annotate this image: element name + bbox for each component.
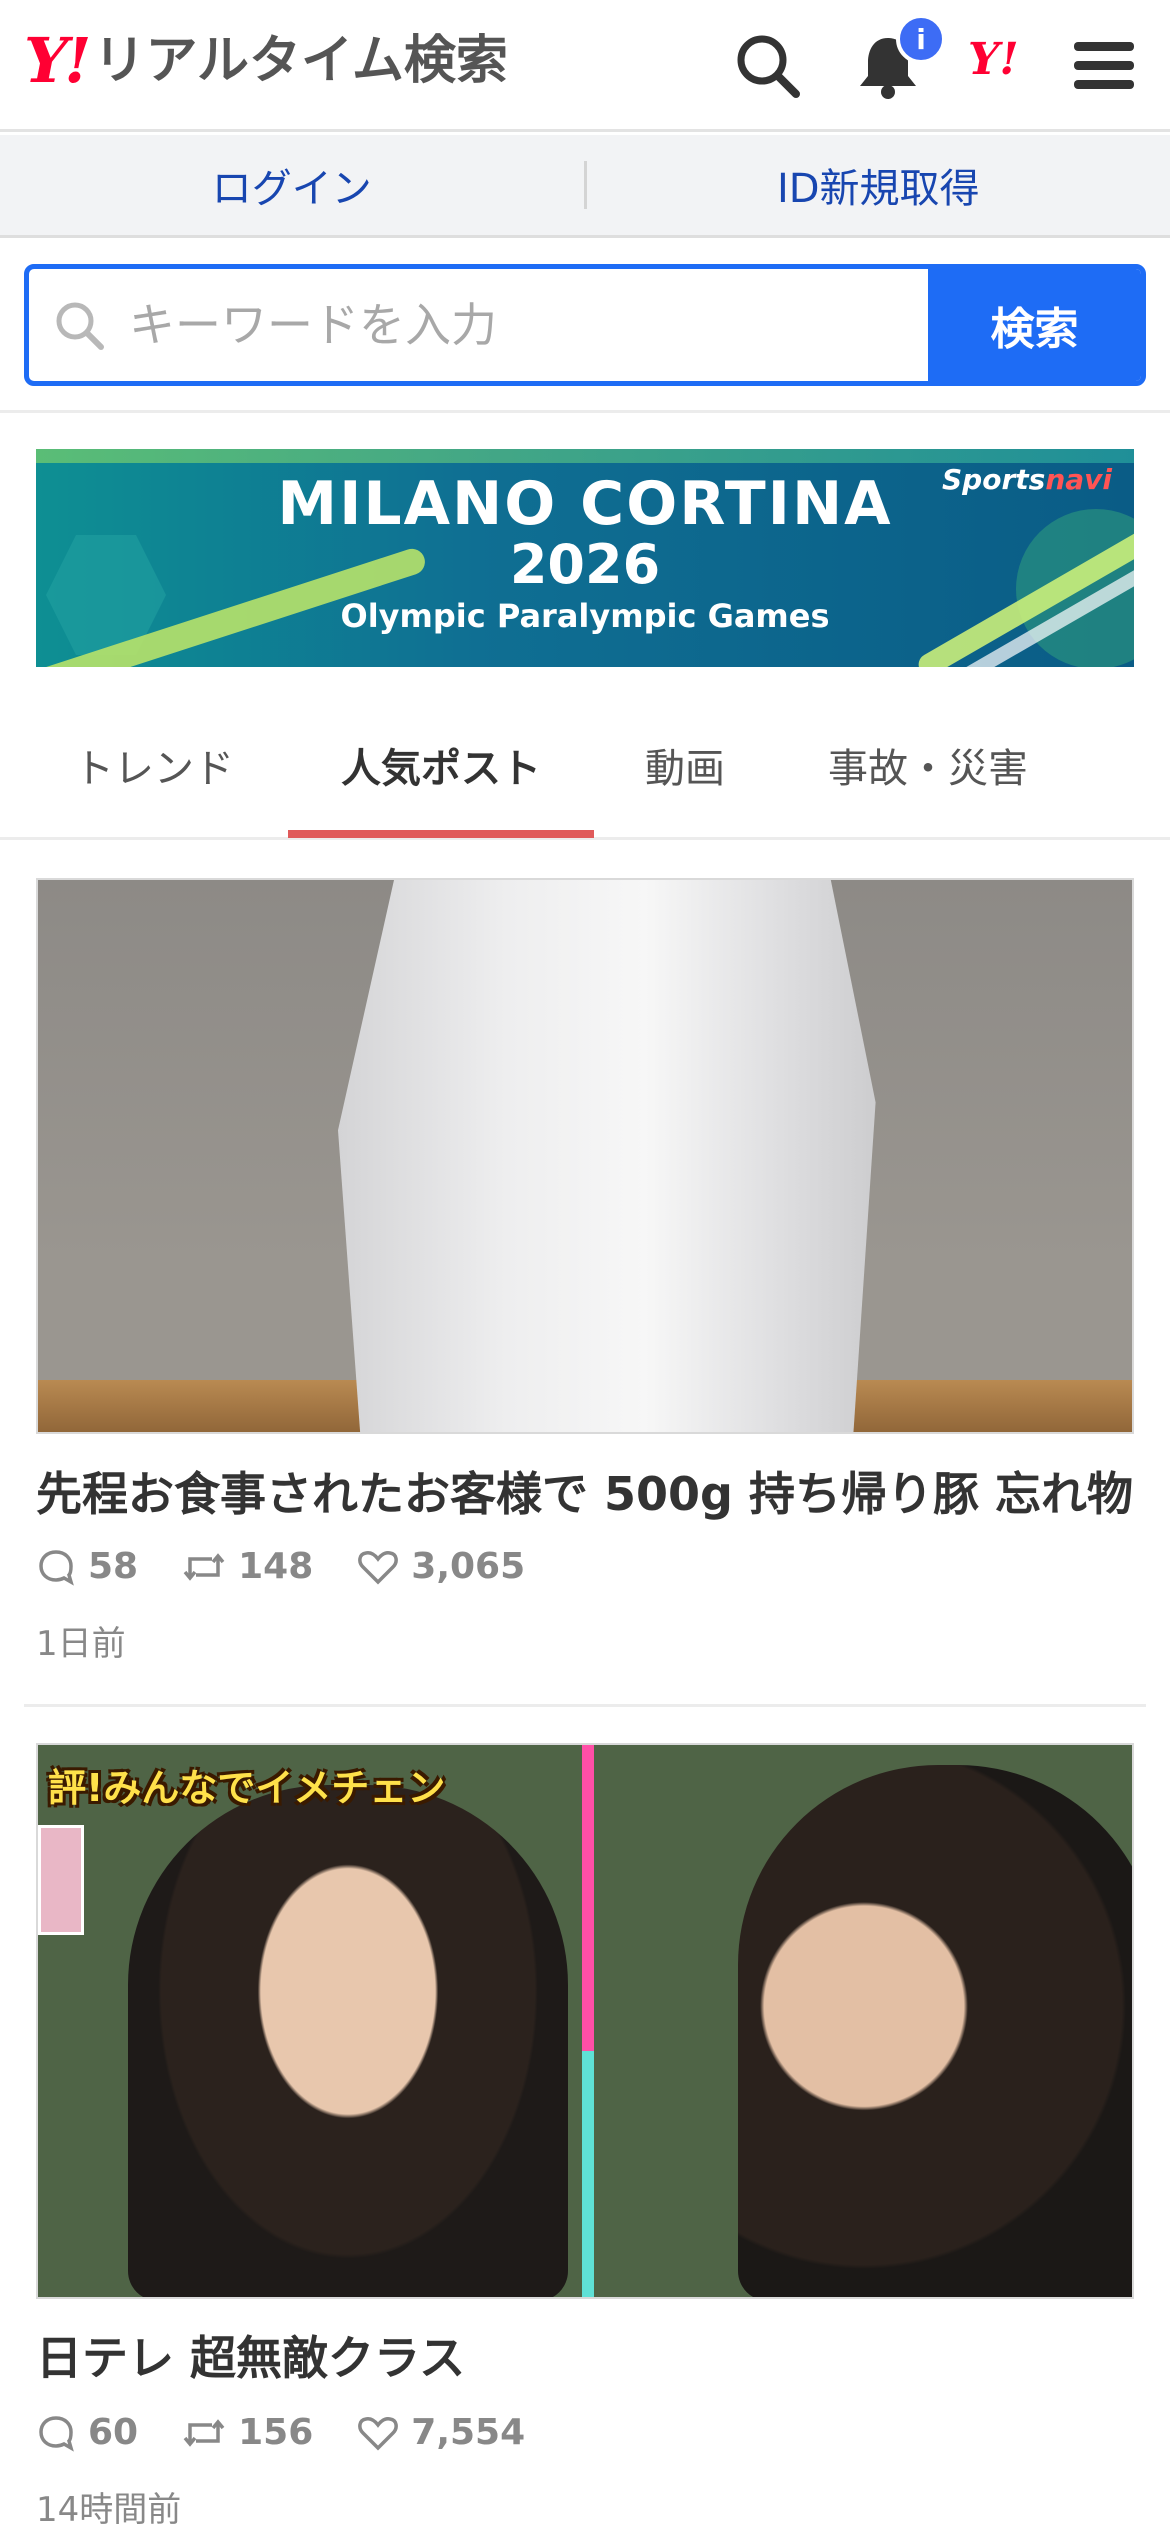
like-count[interactable]: 3,065 bbox=[357, 1546, 525, 1587]
repost-icon bbox=[183, 2418, 225, 2447]
heart-icon bbox=[358, 2416, 399, 2450]
like-count[interactable]: 7,554 bbox=[357, 2412, 525, 2453]
banner-year: 2026 bbox=[509, 533, 661, 596]
tab-popular-posts[interactable]: 人気ポスト bbox=[288, 690, 594, 840]
tab-trend[interactable]: トレンド bbox=[36, 690, 272, 840]
post-timestamp: 14時間前 bbox=[36, 2490, 182, 2530]
repost-count[interactable]: 148 bbox=[182, 1546, 313, 1587]
post-image[interactable]: 評!みんなでイメチェン bbox=[36, 1743, 1134, 2299]
banner-decoration bbox=[36, 449, 1134, 463]
search-button[interactable]: 検索 bbox=[928, 269, 1141, 381]
post-stats: 58 148 3,065 bbox=[36, 1546, 569, 1587]
reply-count-value: 58 bbox=[88, 1546, 139, 1587]
tab-video[interactable]: 動画 bbox=[612, 690, 758, 840]
yahoo-logo-mark: Y! bbox=[24, 24, 92, 97]
repost-icon bbox=[183, 1552, 225, 1581]
repost-count-value: 148 bbox=[238, 1546, 314, 1587]
reply-count[interactable]: 60 bbox=[36, 2412, 138, 2453]
post-image[interactable] bbox=[36, 878, 1134, 1434]
post-title[interactable]: 日テレ 超無敵クラス bbox=[36, 2322, 1134, 2388]
section-divider bbox=[0, 410, 1170, 413]
menu-icon[interactable] bbox=[1068, 30, 1140, 102]
register-link[interactable]: ID新規取得 bbox=[587, 135, 1170, 235]
olympic-banner[interactable]: MILANO CORTINA 2026 Olympic Paralympic G… bbox=[36, 449, 1134, 667]
split-line bbox=[582, 1745, 594, 2297]
header: Y! リアルタイム検索 i Y! bbox=[0, 0, 1170, 132]
plastic-bag bbox=[338, 880, 876, 1432]
search-icon[interactable] bbox=[732, 30, 804, 102]
post-title[interactable]: 先程お食事されたお客様で 500g 持ち帰り豚 忘れ物 bbox=[36, 1458, 1134, 1524]
person-figure bbox=[128, 1785, 568, 2297]
reply-count-value: 60 bbox=[88, 2412, 139, 2453]
post-divider bbox=[24, 1704, 1146, 1707]
heart-icon bbox=[358, 1550, 399, 1584]
search-field-icon bbox=[29, 269, 129, 381]
yahoo-japan-icon[interactable]: Y! bbox=[968, 38, 1019, 82]
image-caption: 評!みんなでイメチェン bbox=[48, 1766, 446, 1810]
post-stats: 60 156 7,554 bbox=[36, 2412, 569, 2453]
sportsnavi-logo-navi: navi bbox=[1045, 463, 1112, 496]
logo-title: リアルタイム検索 bbox=[93, 31, 508, 91]
banner-subtitle: Olympic Paralympic Games bbox=[340, 597, 830, 635]
reply-icon bbox=[39, 1549, 74, 1586]
account-bar: ログイン ID新規取得 bbox=[0, 135, 1170, 238]
search-input[interactable] bbox=[129, 269, 928, 381]
login-link[interactable]: ログイン bbox=[0, 135, 584, 235]
post-timestamp: 1日前 bbox=[36, 1624, 126, 1664]
yahoo-realtime-logo[interactable]: Y! リアルタイム検索 bbox=[24, 30, 508, 92]
category-tabs: トレンド 人気ポスト 動画 事故・災害 bbox=[0, 690, 1170, 840]
tab-accident-disaster[interactable]: 事故・災害 bbox=[790, 690, 1066, 840]
repost-count[interactable]: 156 bbox=[182, 2412, 313, 2453]
active-tab-indicator bbox=[288, 830, 594, 838]
notification-badge: i bbox=[896, 14, 946, 64]
like-count-value: 7,554 bbox=[411, 2412, 526, 2453]
reply-icon bbox=[39, 2415, 74, 2452]
inset-thumbnail bbox=[38, 1825, 84, 1935]
sportsnavi-logo-sports: Sports bbox=[942, 463, 1046, 496]
reply-count[interactable]: 58 bbox=[36, 1546, 138, 1587]
like-count-value: 3,065 bbox=[411, 1546, 526, 1587]
person-figure bbox=[738, 1765, 1132, 2297]
search-box: 検索 bbox=[24, 264, 1146, 386]
sportsnavi-logo: Sportsnavi bbox=[942, 463, 1112, 496]
repost-count-value: 156 bbox=[238, 2412, 314, 2453]
